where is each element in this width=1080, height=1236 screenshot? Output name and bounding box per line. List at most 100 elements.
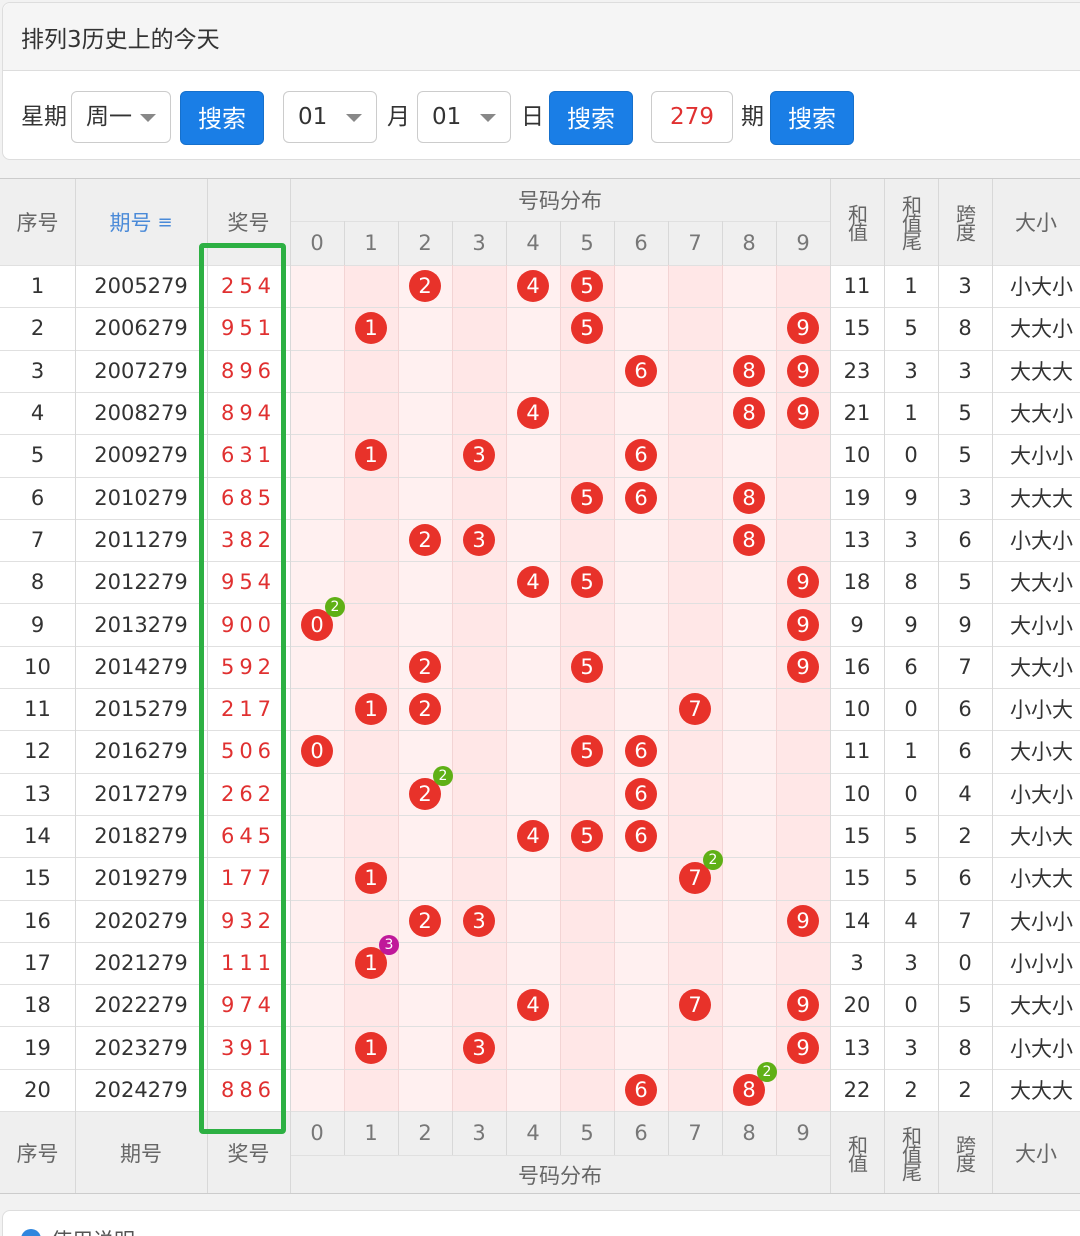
row-sum: 11 bbox=[830, 730, 884, 772]
row-seq: 14 bbox=[0, 815, 75, 857]
row-seq: 20 bbox=[0, 1069, 75, 1111]
row-size-text: 大小大 bbox=[1010, 825, 1073, 850]
row-size: 大大大 bbox=[992, 1069, 1080, 1111]
row-sum-tail: 0 bbox=[884, 773, 938, 815]
number-ball: 9 bbox=[787, 1031, 819, 1064]
row-issue-text: 2023279 bbox=[94, 1035, 188, 1060]
row-sum-tail: 6 bbox=[884, 646, 938, 688]
row-sum-tail: 2 bbox=[884, 1069, 938, 1111]
header-issue[interactable]: 期号 ≡ bbox=[75, 179, 207, 265]
row-seq: 10 bbox=[0, 646, 75, 688]
search-button-issue[interactable]: 搜索 bbox=[770, 91, 854, 145]
row-issue-text: 2013279 bbox=[94, 612, 188, 637]
row-size: 大大小 bbox=[992, 561, 1080, 603]
sort-icon[interactable]: ≡ bbox=[157, 212, 172, 233]
row-prize: 974 bbox=[207, 984, 290, 1026]
row-issue: 2017279 bbox=[75, 773, 207, 815]
digit-divider bbox=[614, 265, 615, 1111]
footer-seq: 序号 bbox=[0, 1111, 75, 1193]
row-size-text: 大大小 bbox=[1010, 571, 1073, 596]
row-sum-tail: 3 bbox=[884, 519, 938, 561]
usage-label[interactable]: 使用说明 bbox=[51, 1225, 135, 1236]
row-seq: 5 bbox=[0, 434, 75, 476]
row-sum: 13 bbox=[830, 519, 884, 561]
row-size: 大小小 bbox=[992, 603, 1080, 645]
row-sum-tail-text: 9 bbox=[904, 485, 918, 510]
row-issue: 2011279 bbox=[75, 519, 207, 561]
header-size: 大小 bbox=[992, 179, 1080, 265]
day-select[interactable]: 01 bbox=[417, 91, 511, 143]
row-prize-text: 254 bbox=[220, 274, 277, 299]
search-button-weekday[interactable]: 搜索 bbox=[180, 91, 264, 145]
row-sum-tail: 0 bbox=[884, 984, 938, 1026]
row-sum-text: 15 bbox=[843, 824, 871, 849]
row-span: 6 bbox=[938, 519, 992, 561]
digit-divider bbox=[452, 265, 453, 1111]
row-sum: 13 bbox=[830, 1026, 884, 1068]
month-select[interactable]: 01 bbox=[283, 91, 377, 143]
number-ball: 8 bbox=[733, 481, 765, 514]
row-prize-text: 262 bbox=[220, 781, 277, 806]
row-issue: 2007279 bbox=[75, 350, 207, 392]
row-issue: 2006279 bbox=[75, 307, 207, 349]
row-sum-tail: 8 bbox=[884, 561, 938, 603]
row-prize: 645 bbox=[207, 815, 290, 857]
row-sum: 16 bbox=[830, 646, 884, 688]
footer-digit-4: 4 bbox=[506, 1111, 560, 1155]
row-sum-text: 15 bbox=[843, 866, 871, 891]
number-ball: 5 bbox=[571, 566, 603, 599]
header-digit-6: 6 bbox=[614, 221, 668, 265]
header-digit-4: 4 bbox=[506, 221, 560, 265]
repeat-count-badge: 2 bbox=[325, 596, 345, 617]
row-size: 小大小 bbox=[992, 519, 1080, 561]
digit-divider bbox=[506, 265, 507, 1111]
number-ball: 2 bbox=[409, 693, 441, 726]
header-digit-7: 7 bbox=[668, 221, 722, 265]
row-issue: 2009279 bbox=[75, 434, 207, 476]
number-ball: 5 bbox=[571, 820, 603, 853]
digit-divider bbox=[398, 265, 399, 1111]
row-prize: 254 bbox=[207, 265, 290, 307]
row-sum: 20 bbox=[830, 984, 884, 1026]
row-size: 大大小 bbox=[992, 307, 1080, 349]
row-span-text: 5 bbox=[958, 570, 972, 595]
row-issue-text: 2009279 bbox=[94, 443, 188, 468]
footer-prize-text: 奖号 bbox=[227, 1142, 270, 1166]
weekday-select[interactable]: 周一 bbox=[71, 91, 171, 143]
row-prize-text: 592 bbox=[220, 654, 277, 679]
row-sum-text: 13 bbox=[843, 1035, 871, 1060]
row-prize: 951 bbox=[207, 307, 290, 349]
row-seq: 13 bbox=[0, 773, 75, 815]
row-size-text: 大小小 bbox=[1010, 909, 1073, 934]
row-span: 7 bbox=[938, 900, 992, 942]
row-seq-text: 10 bbox=[24, 654, 51, 679]
number-ball: 2 bbox=[409, 904, 441, 937]
digit-divider bbox=[560, 265, 561, 1111]
footer-digit-1-text: 1 bbox=[364, 1121, 378, 1145]
header-digit-5-text: 5 bbox=[580, 231, 594, 255]
footer-digit-5: 5 bbox=[560, 1111, 614, 1155]
row-sum: 21 bbox=[830, 392, 884, 434]
row-sum-text: 3 bbox=[850, 950, 864, 975]
row-prize-text: 896 bbox=[220, 358, 277, 383]
number-ball: 2 bbox=[409, 650, 441, 683]
row-size-text: 小大大 bbox=[1010, 867, 1073, 892]
row-span: 7 bbox=[938, 646, 992, 688]
row-issue-text: 2018279 bbox=[94, 824, 188, 849]
row-prize-text: 894 bbox=[220, 401, 277, 426]
row-size: 大大小 bbox=[992, 392, 1080, 434]
row-sum-tail-text: 3 bbox=[904, 1035, 918, 1060]
row-span-text: 6 bbox=[958, 866, 972, 891]
number-ball: 1 bbox=[355, 693, 387, 726]
row-size-text: 小大小 bbox=[1010, 275, 1073, 300]
row-sum-text: 13 bbox=[843, 527, 871, 552]
search-button-date[interactable]: 搜索 bbox=[549, 91, 633, 145]
digit-divider bbox=[668, 265, 669, 1111]
row-span-text: 3 bbox=[958, 274, 972, 299]
row-issue-text: 2021279 bbox=[94, 950, 188, 975]
issue-input[interactable]: 279 bbox=[651, 91, 733, 143]
footer-digit-2: 2 bbox=[398, 1111, 452, 1155]
row-sum: 10 bbox=[830, 688, 884, 730]
row-size: 大大大 bbox=[992, 350, 1080, 392]
row-seq: 17 bbox=[0, 942, 75, 984]
